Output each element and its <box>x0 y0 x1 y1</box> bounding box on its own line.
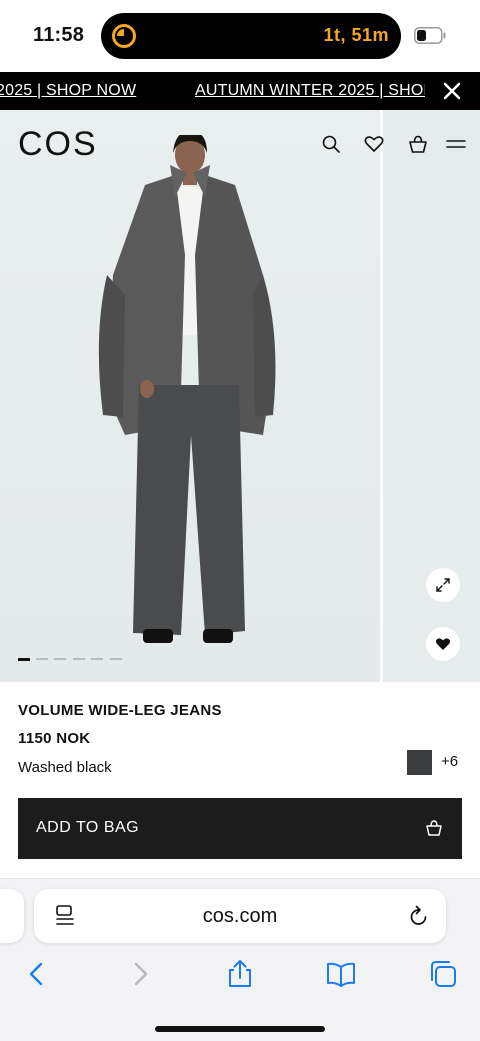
model-photo <box>98 135 276 643</box>
announcement-bar: 2025 | SHOP NOW AUTUMN WINTER 2025 | SHO… <box>0 72 480 110</box>
color-swatch[interactable] <box>407 750 432 775</box>
address-bar[interactable]: cos.com <box>34 889 446 943</box>
product-title: VOLUME WIDE-LEG JEANS <box>18 702 222 719</box>
forward-icon[interactable] <box>125 959 155 989</box>
add-to-bag-label: ADD TO BAG <box>36 819 140 836</box>
back-icon[interactable] <box>22 959 52 989</box>
heart-icon <box>435 638 451 650</box>
activity-ring-icon <box>112 24 136 48</box>
share-icon[interactable] <box>225 959 255 989</box>
pagination-dot[interactable] <box>73 658 85 660</box>
search-icon[interactable] <box>321 134 341 154</box>
menu-icon[interactable] <box>446 134 466 154</box>
url-text: cos.com <box>202 905 278 927</box>
close-icon[interactable] <box>442 81 462 101</box>
bag-icon <box>426 820 442 836</box>
heart-icon[interactable] <box>364 134 384 154</box>
bookmarks-icon[interactable] <box>326 959 356 989</box>
product-gallery[interactable]: COS <box>0 110 480 682</box>
status-bar: 11:58 1t, 51m <box>0 0 480 72</box>
battery-icon <box>414 27 446 44</box>
product-price: 1150 NOK <box>18 730 91 747</box>
bag-icon[interactable] <box>408 134 428 154</box>
home-indicator <box>155 1026 325 1032</box>
pagination-dot[interactable] <box>91 658 103 660</box>
reload-icon[interactable] <box>408 904 430 928</box>
pagination-dot[interactable] <box>36 658 48 660</box>
product-image[interactable] <box>0 110 380 682</box>
tabs-icon[interactable] <box>428 959 458 989</box>
more-colors-link[interactable]: +6 <box>441 753 458 770</box>
expand-button[interactable] <box>426 568 460 602</box>
pagination-dot[interactable] <box>54 658 66 660</box>
previous-tab-preview[interactable] <box>0 889 24 943</box>
add-to-bag-button[interactable]: ADD TO BAG <box>18 798 462 859</box>
activity-timer: 1t, 51m <box>323 25 389 45</box>
pagination-dot[interactable] <box>110 658 122 660</box>
expand-icon <box>436 578 450 592</box>
announcement-track: 2025 | SHOP NOW AUTUMN WINTER 2025 | SHO… <box>0 72 425 110</box>
announcement-link[interactable]: AUTUMN WINTER 2025 | SHOP NOW <box>195 82 425 100</box>
browser-toolbar: cos.com <box>0 878 480 1041</box>
announcement-link[interactable]: 2025 | SHOP NOW <box>0 82 136 100</box>
cos-logo[interactable]: COS <box>18 125 98 164</box>
product-color-name: Washed black <box>18 759 112 776</box>
favorite-button[interactable] <box>426 627 460 661</box>
pagination-dot[interactable] <box>18 658 30 661</box>
status-time: 11:58 <box>33 24 85 46</box>
dynamic-island[interactable]: 1t, 51m <box>101 13 401 59</box>
